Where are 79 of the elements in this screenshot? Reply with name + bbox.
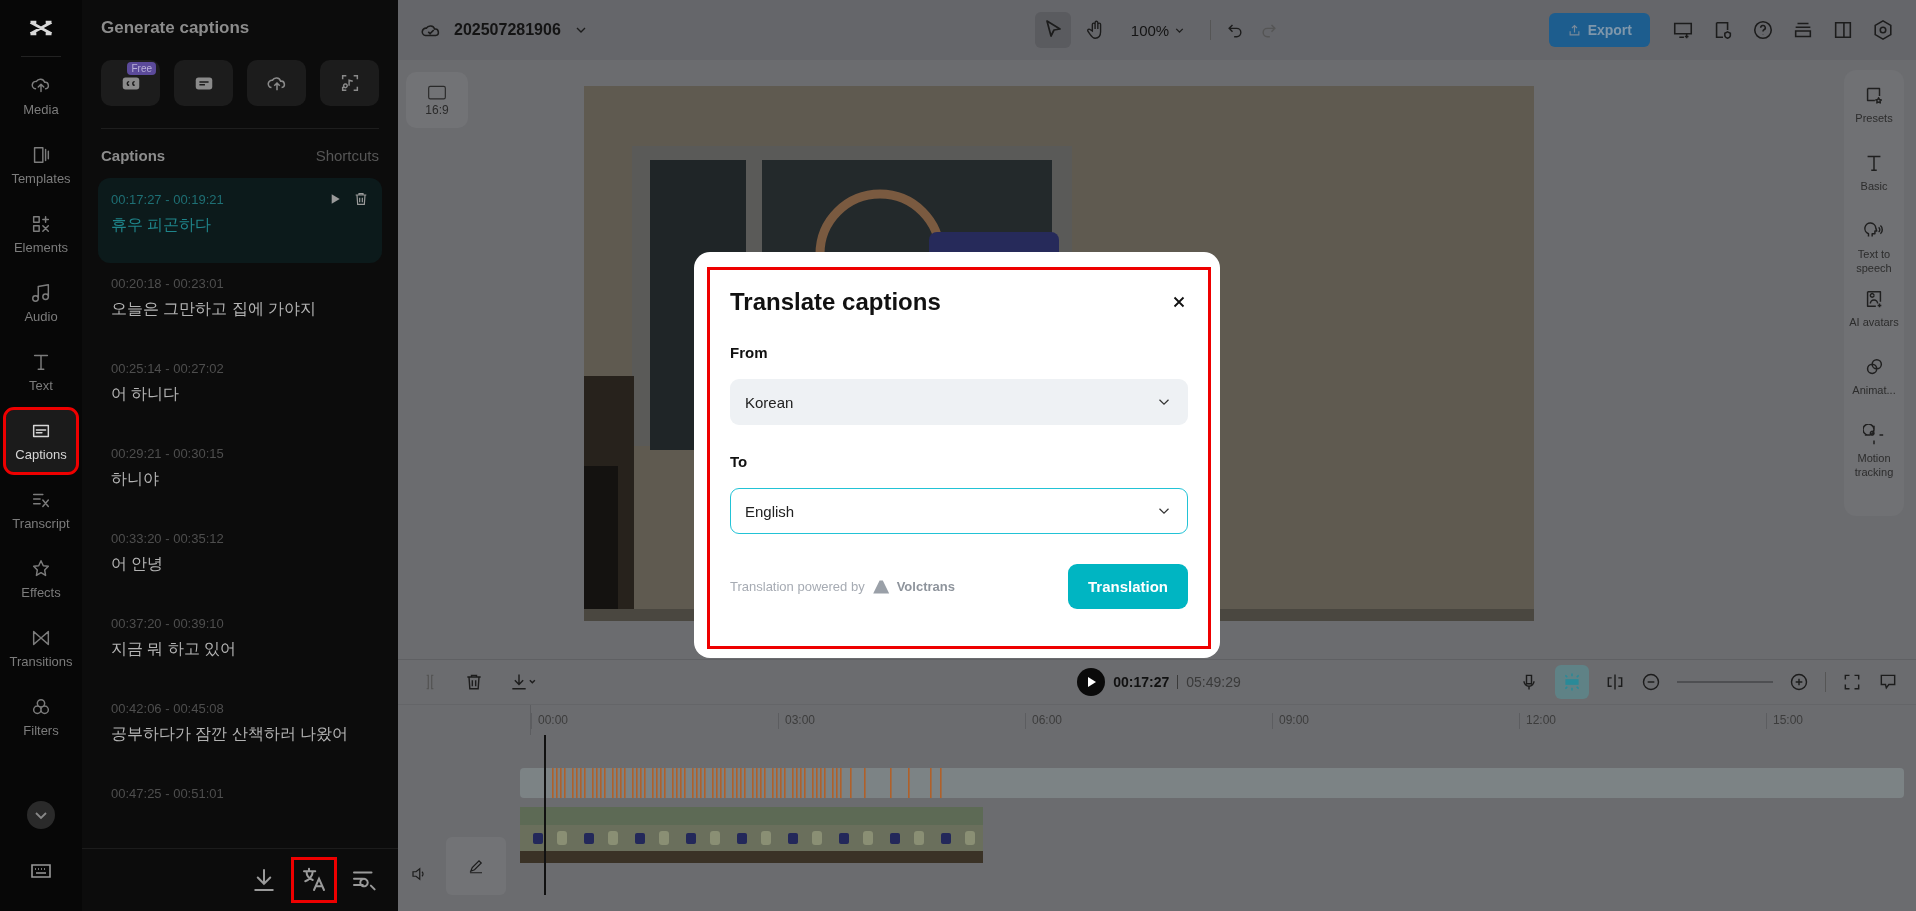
- caption-time: 00:17:27 - 00:19:21: [111, 191, 225, 207]
- sidebar-tab[interactable]: Transcript: [6, 479, 76, 541]
- property-tab[interactable]: AI avatars: [1844, 288, 1904, 344]
- field-label: To: [730, 453, 749, 470]
- caption-item[interactable]: 00:37:20 - 00:39:10 지금 뭐 하고 있어: [98, 603, 382, 688]
- aspect-ratio-button[interactable]: 16:9: [406, 72, 468, 128]
- dialog-title: Translate captions: [730, 288, 941, 316]
- property-tab[interactable]: Motion tracking: [1844, 424, 1904, 480]
- settings-icon[interactable]: [1872, 19, 1894, 41]
- field-label: From: [730, 344, 769, 361]
- zoom-out-icon[interactable]: [1641, 672, 1661, 692]
- split-clip-icon[interactable]: [1605, 672, 1625, 692]
- current-time: 00:17:27: [1113, 674, 1170, 690]
- translate-icon[interactable]: [294, 860, 334, 900]
- caption-item[interactable]: 00:33:20 - 00:35:12 어 안녕: [98, 518, 382, 603]
- sidebar-tab[interactable]: Captions: [6, 410, 76, 472]
- caption-time: 00:25:14 - 00:27:02: [111, 361, 225, 376]
- source-language-dropdown[interactable]: Korean: [730, 379, 1188, 425]
- caption-text: 어 하니다: [111, 384, 181, 404]
- caption-time: 00:33:20 - 00:35:12: [111, 531, 225, 546]
- property-tab[interactable]: Text to speech: [1844, 220, 1904, 276]
- caption-item[interactable]: 00:29:21 - 00:30:15 하니야: [98, 433, 382, 518]
- property-tab[interactable]: Animat...: [1844, 356, 1904, 412]
- delete-icon[interactable]: [464, 672, 484, 692]
- play-button[interactable]: [1077, 668, 1106, 696]
- sidebar-tab[interactable]: Media: [6, 65, 76, 127]
- upload-icon: [1566, 22, 1582, 38]
- pointer-icon[interactable]: [1034, 12, 1071, 48]
- caption-time: 00:20:18 - 00:23:01: [111, 276, 225, 291]
- caption-text: 하니야: [111, 469, 160, 489]
- brand-logo-icon: [871, 578, 892, 595]
- target-language-dropdown[interactable]: English: [730, 488, 1188, 534]
- caption-text: 어 안녕: [111, 554, 165, 574]
- aspect-ratio-label: 16:9: [425, 103, 449, 117]
- caption-text: 오늘은 그만하고 집에 가야지: [111, 299, 318, 319]
- property-tab[interactable]: Presets: [1844, 84, 1904, 140]
- property-tab[interactable]: Basic: [1844, 152, 1904, 208]
- brand-name: Volctrans: [896, 579, 956, 594]
- panel-title: Generate captions: [101, 18, 251, 38]
- music-note-icon: [30, 282, 52, 304]
- help-icon[interactable]: [1752, 19, 1774, 41]
- caption-text: 휴우 피곤하다: [111, 215, 213, 235]
- sidebar-tab[interactable]: Elements: [6, 203, 76, 265]
- project-name[interactable]: 202507281906: [454, 21, 561, 39]
- zoom-in-icon[interactable]: [1789, 672, 1809, 692]
- sidebar-tab[interactable]: Audio: [6, 272, 76, 334]
- free-badge: Free: [127, 62, 156, 75]
- caption-track[interactable]: [520, 768, 1904, 798]
- comment-icon[interactable]: [1878, 672, 1898, 692]
- caption-item[interactable]: 00:42:06 - 00:45:08 공부하다가 잠깐 산책하러 나왔어: [98, 688, 382, 773]
- auto-captions-button[interactable]: Free: [101, 60, 160, 106]
- caption-item[interactable]: 00:25:14 - 00:27:02 어 하니다: [98, 348, 382, 433]
- pencil-icon: [467, 857, 485, 875]
- manual-captions-button[interactable]: [174, 60, 233, 106]
- sidebar-tab[interactable]: Templates: [6, 134, 76, 196]
- zoom-dropdown[interactable]: 100%: [1120, 21, 1197, 39]
- shapes-icon: [30, 213, 52, 235]
- caption-time: 00:37:20 - 00:39:10: [111, 616, 225, 631]
- sidebar-tab[interactable]: Effects: [6, 548, 76, 610]
- video-clip[interactable]: [520, 807, 983, 863]
- powered-by-text: Translation powered by: [730, 579, 865, 594]
- layout-icon[interactable]: [1832, 19, 1854, 41]
- section-title: Captions: [101, 147, 166, 164]
- caption-text: 지금 뭐 하고 있어: [111, 639, 238, 659]
- translation-button[interactable]: Translation: [1067, 564, 1188, 609]
- fullscreen-icon[interactable]: [1842, 672, 1862, 692]
- sidebar-tab[interactable]: Filters: [6, 686, 76, 748]
- caption-time: 00:47:25 - 00:51:01: [111, 786, 225, 801]
- sidebar-tab[interactable]: Transitions: [6, 617, 76, 679]
- upload-captions-button[interactable]: [247, 60, 306, 106]
- caption-text: 공부하다가 잠깐 산책하러 나왔어: [111, 724, 350, 744]
- caption-item[interactable]: 00:17:27 - 00:19:21 휴우 피곤하다: [98, 178, 382, 263]
- lyrics-captions-button[interactable]: [320, 60, 379, 106]
- shortcuts-link[interactable]: Shortcuts: [315, 147, 379, 164]
- caption-time: 00:29:21 - 00:30:15: [111, 446, 225, 461]
- caption-item[interactable]: 00:20:18 - 00:23:01 오늘은 그만하고 집에 가야지: [98, 263, 382, 348]
- delete-icon[interactable]: [353, 191, 369, 207]
- caption-time: 00:42:06 - 00:45:08: [111, 701, 225, 716]
- sidebar-tab[interactable]: Text: [6, 341, 76, 403]
